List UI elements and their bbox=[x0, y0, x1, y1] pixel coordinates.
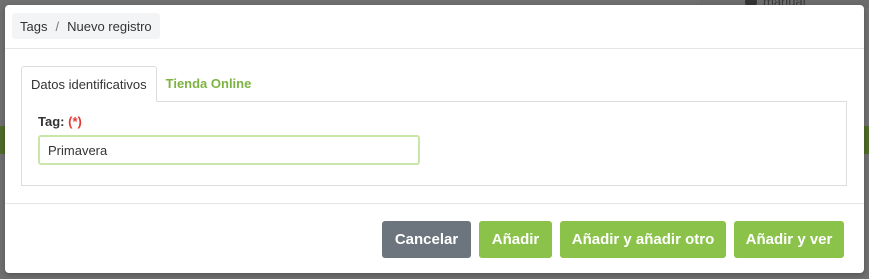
tag-label-text: Tag: bbox=[38, 114, 65, 129]
add-and-add-another-button[interactable]: Añadir y añadir otro bbox=[560, 221, 726, 258]
modal-header: Tags / Nuevo registro bbox=[5, 5, 864, 49]
tab-panel: Tag: (*) bbox=[21, 101, 847, 186]
cancel-button[interactable]: Cancelar bbox=[382, 221, 471, 258]
breadcrumb: Tags / Nuevo registro bbox=[12, 13, 160, 39]
add-button[interactable]: Añadir bbox=[479, 221, 552, 258]
tab-tienda-online[interactable]: Tienda Online bbox=[157, 66, 261, 100]
tab-datos-identificativos[interactable]: Datos identificativos bbox=[21, 66, 157, 102]
new-record-modal: Tags / Nuevo registro Datos identificati… bbox=[5, 5, 864, 273]
breadcrumb-item-new-record: Nuevo registro bbox=[67, 18, 152, 34]
add-and-view-button[interactable]: Añadir y ver bbox=[734, 221, 844, 258]
tab-bar: Datos identificativos Tienda Online bbox=[21, 66, 260, 102]
tag-field-label: Tag: (*) bbox=[38, 114, 82, 129]
breadcrumb-separator: / bbox=[55, 18, 60, 34]
required-marker: (*) bbox=[68, 114, 82, 129]
tag-input[interactable] bbox=[38, 135, 420, 165]
modal-footer: Cancelar Añadir Añadir y añadir otro Aña… bbox=[5, 203, 864, 274]
breadcrumb-item-tags[interactable]: Tags bbox=[20, 19, 47, 34]
